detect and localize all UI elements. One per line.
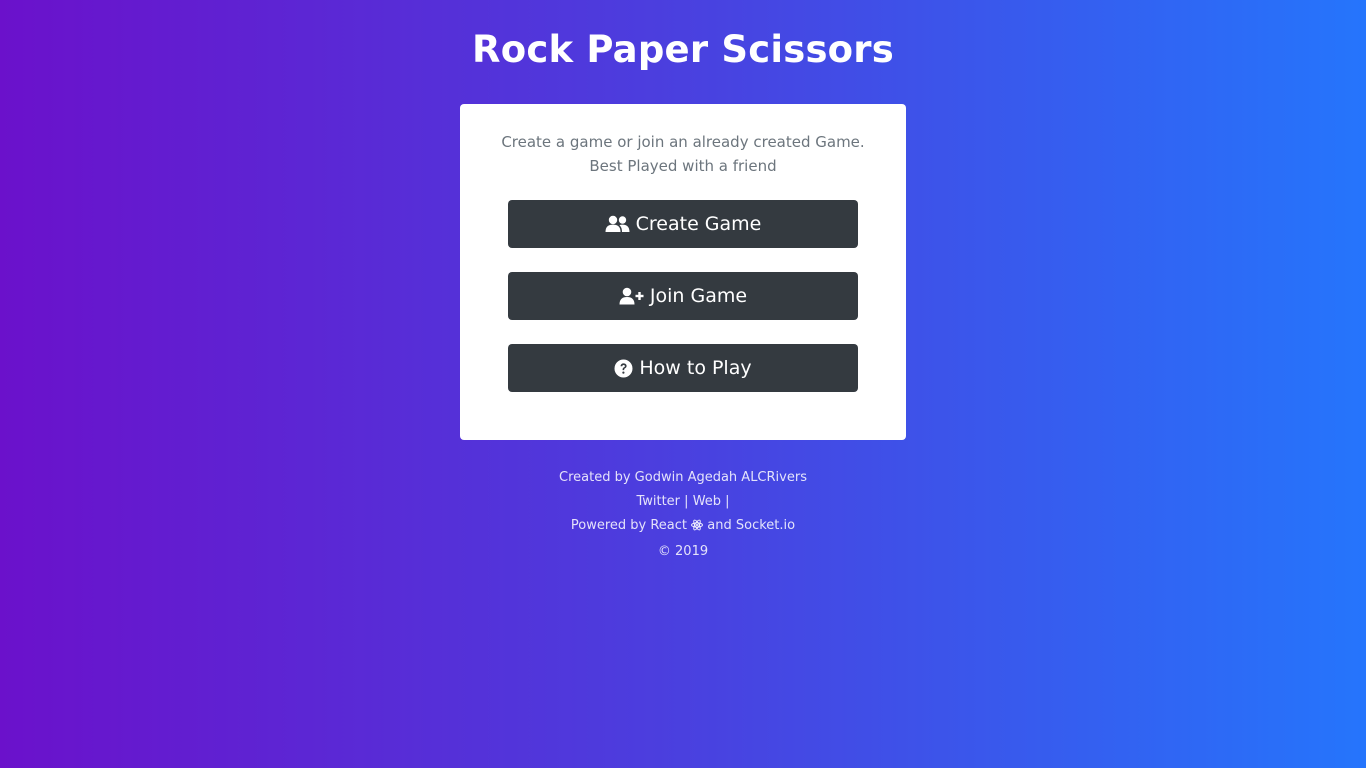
link-separator: |	[725, 494, 730, 509]
users-icon	[605, 215, 630, 233]
powered-by-line: Powered by React and Socket.io	[0, 514, 1366, 540]
credits-line: Created by Godwin Agedah ALCRivers	[559, 470, 807, 485]
how-to-play-label: How to Play	[639, 357, 752, 379]
footer: Created by Godwin Agedah ALCRivers Twitt…	[0, 466, 1366, 564]
join-game-label: Join Game	[649, 285, 748, 307]
create-game-button[interactable]: Create Game	[508, 200, 858, 248]
create-game-label: Create Game	[635, 213, 762, 235]
copyright: © 2019	[657, 544, 709, 559]
twitter-link[interactable]: Twitter	[636, 494, 680, 509]
menu-card: Create a game or join an already created…	[460, 104, 906, 440]
link-separator: |	[684, 494, 689, 509]
join-game-button[interactable]: Join Game	[508, 272, 858, 320]
page-title: Rock Paper Scissors	[472, 28, 894, 71]
user-plus-icon	[619, 287, 644, 305]
web-link[interactable]: Web	[693, 494, 721, 509]
question-circle-icon	[614, 359, 633, 378]
how-to-play-button[interactable]: How to Play	[508, 344, 858, 392]
react-icon	[691, 516, 704, 540]
powered-by-suffix: and Socket.io	[707, 518, 796, 533]
card-description: Create a game or join an already created…	[501, 133, 865, 175]
powered-by-prefix: Powered by React	[570, 518, 688, 533]
links-line: Twitter | Web |	[0, 490, 1366, 514]
